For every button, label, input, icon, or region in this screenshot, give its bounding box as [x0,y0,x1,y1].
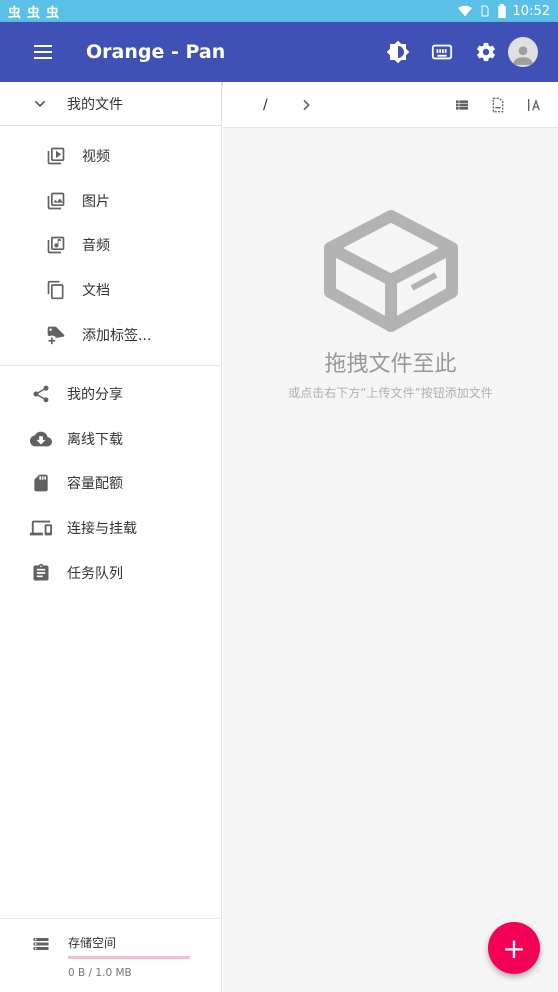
file-area[interactable]: / 拖拽文件至此 或点击右下方“上传文件”按钮添加文件 + [223,82,558,992]
storage-usage: 0 B / 1.0 MB [68,967,132,979]
sidebar-divider [0,364,221,366]
upload-fab-button[interactable]: + [488,922,540,974]
settings-button[interactable] [464,30,508,74]
breadcrumb[interactable]: / [263,97,268,113]
no-sim-icon [481,5,489,17]
sidebar-item-video[interactable]: 视频 [0,134,221,179]
add-tag-icon [47,326,65,344]
app-bar: Orange - Pan [0,22,558,82]
notification-icon: 虫 [27,5,41,21]
document-icon [47,280,64,300]
font-size-icon [528,98,540,111]
image-icon [47,192,65,210]
status-bar: 虫 虫 虫 10:52 [0,0,558,22]
sidebar-item-audio[interactable]: 音频 [0,223,221,268]
notification-icon: 虫 [46,5,60,21]
clock: 10:52 [512,3,550,19]
sidebar-item-label: 我的分享 [67,387,123,404]
sidebar-item-label: 图片 [82,193,110,210]
chevron-right-icon[interactable] [298,97,314,113]
person-icon [513,46,533,65]
music-icon [47,237,65,254]
sidebar-item-label: 视频 [82,149,110,166]
share-icon [33,385,49,403]
sidebar-item-label: 容量配额 [67,476,123,493]
sidebar-item-label: 连接与挂载 [67,521,137,538]
storage-panel[interactable]: 存储空间 0 B / 1.0 MB [0,918,222,992]
avatar[interactable] [508,37,538,67]
sidebar-item-label: 任务队列 [67,565,123,582]
sidebar-item-task-queue[interactable]: 任务队列 [0,550,221,595]
sidebar-item-label: 离线下载 [67,431,123,448]
devices-icon [30,520,52,536]
chevron-down-icon [34,100,46,107]
storage-icon [33,938,49,950]
sidebar-item-document[interactable]: 文档 [0,268,221,313]
menu-icon [34,45,52,59]
brightness-icon [386,40,410,64]
empty-box-icon [323,210,458,332]
theme-toggle-button[interactable] [376,30,420,74]
empty-title: 拖拽文件至此 [324,352,457,377]
text-size-button[interactable] [516,87,552,123]
sidebar: 我的文件 视频 图片 音频 文档 添加标签... 我的分享 离线下载 容量配额 … [0,82,222,992]
app-title: Orange - Pan [86,41,226,63]
keyboard-button[interactable] [420,30,464,74]
my-files-label: 我的文件 [67,96,123,113]
sidebar-item-label: 音频 [82,238,110,255]
sidebar-item-quota[interactable]: 容量配额 [0,461,221,506]
battery-icon [497,3,506,18]
empty-hint: 或点击右下方“上传文件”按钮添加文件 [288,386,493,400]
storage-progress-bar [68,956,190,959]
empty-state: 拖拽文件至此 或点击右下方“上传文件”按钮添加文件 [223,210,558,401]
storage-title: 存储空间 [68,936,117,950]
notification-icon: 虫 [8,5,22,21]
sidebar-item-share[interactable]: 我的分享 [0,372,221,417]
sort-button[interactable] [480,87,516,123]
sidebar-item-connections[interactable]: 连接与挂载 [0,506,221,551]
sidebar-item-offline-download[interactable]: 离线下载 [0,417,221,462]
my-files-toggle[interactable]: 我的文件 [0,82,221,126]
sidebar-item-add-tag[interactable]: 添加标签... [0,312,221,357]
view-list-button[interactable] [444,87,480,123]
file-sort-icon [492,97,504,112]
file-toolbar: / [223,82,558,128]
assignment-icon [33,563,49,581]
wifi-icon [457,5,472,17]
cloud-download-icon [30,431,52,447]
notification-icons: 虫 虫 虫 [8,2,59,21]
sidebar-item-image[interactable]: 图片 [0,179,221,224]
keyboard-icon [431,44,453,60]
menu-button[interactable] [22,30,66,74]
video-icon [47,147,65,165]
list-view-icon [456,99,468,110]
sidebar-item-label: 文档 [82,283,110,300]
sidebar-item-label: 添加标签... [82,327,152,344]
gear-icon [477,42,495,62]
sd-card-icon [34,475,48,492]
